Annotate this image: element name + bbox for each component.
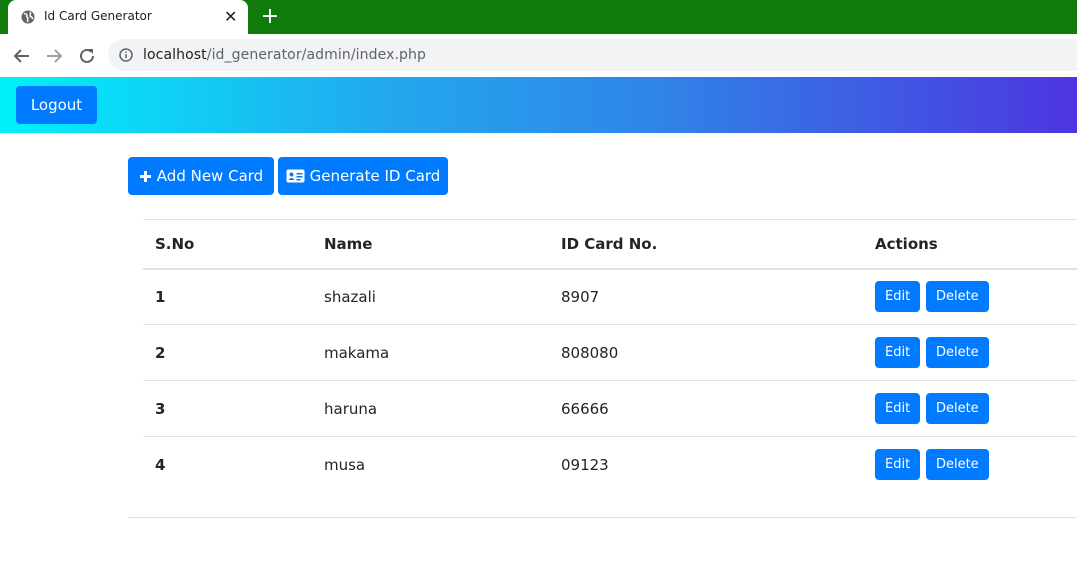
edit-button[interactable]: Edit bbox=[875, 449, 921, 481]
cell-actions: Edit Delete bbox=[863, 269, 1077, 325]
cell-sno: 1 bbox=[155, 287, 166, 306]
table-row: 4 musa 09123 Edit Delete bbox=[143, 436, 1077, 493]
header-id-card-no: ID Card No. bbox=[561, 234, 658, 253]
cell-sno: 2 bbox=[155, 343, 166, 362]
logout-button[interactable]: Logout bbox=[16, 86, 97, 124]
cell-sno: 4 bbox=[155, 455, 166, 474]
table-row: 3 haruna 66666 Edit Delete bbox=[143, 380, 1077, 437]
id-card-icon bbox=[286, 169, 305, 183]
url-path: /id_generator/admin/index.php bbox=[206, 47, 426, 63]
table-row: 2 makama 808080 Edit Delete bbox=[143, 324, 1077, 381]
cell-id-card-no: 66666 bbox=[561, 399, 609, 418]
table-row: 1 shazali 8907 Edit Delete bbox=[143, 269, 1077, 325]
cell-name: musa bbox=[324, 455, 366, 474]
reload-icon[interactable] bbox=[76, 45, 98, 67]
url-host: localhost bbox=[143, 47, 207, 63]
close-icon[interactable]: ✕ bbox=[224, 7, 237, 27]
header-actions: Actions bbox=[875, 234, 938, 253]
url-text: localhost/id_generator/admin/index.php bbox=[143, 47, 426, 63]
cell-name: makama bbox=[324, 343, 390, 362]
delete-button[interactable]: Delete bbox=[925, 393, 989, 424]
cell-id-card-no: 8907 bbox=[561, 287, 600, 306]
browser-toolbar: localhost/id_generator/admin/index.php bbox=[0, 34, 1077, 76]
globe-icon bbox=[21, 10, 35, 24]
edit-button[interactable]: Edit bbox=[875, 337, 921, 368]
delete-button[interactable]: Delete bbox=[925, 337, 989, 368]
address-bar[interactable]: localhost/id_generator/admin/index.php bbox=[108, 39, 1077, 71]
info-icon[interactable] bbox=[119, 48, 133, 62]
header-sno: S.No bbox=[155, 234, 195, 253]
add-new-card-label: Add New Card bbox=[156, 167, 264, 185]
cell-id-card-no: 808080 bbox=[561, 343, 619, 362]
tab-title: Id Card Generator bbox=[44, 9, 152, 23]
divider bbox=[128, 517, 1077, 518]
delete-button[interactable]: Delete bbox=[925, 449, 989, 481]
cell-name: haruna bbox=[324, 399, 378, 418]
edit-button[interactable]: Edit bbox=[875, 393, 921, 424]
cell-actions: Edit Delete bbox=[863, 381, 1077, 437]
cell-sno: 3 bbox=[155, 399, 166, 418]
browser-tab-strip: Id Card Generator ✕ + bbox=[0, 0, 1077, 34]
generate-id-card-label: Generate ID Card bbox=[309, 167, 441, 185]
back-arrow-icon[interactable] bbox=[11, 45, 33, 67]
browser-tab[interactable]: Id Card Generator ✕ bbox=[8, 0, 248, 34]
generate-id-card-button[interactable]: Generate ID Card bbox=[278, 157, 448, 195]
forward-arrow-icon[interactable] bbox=[43, 45, 65, 67]
header-name: Name bbox=[324, 234, 373, 253]
new-tab-icon[interactable]: + bbox=[260, 5, 280, 29]
id-card-table: S.No Name ID Card No. Actions 1 shazali … bbox=[143, 219, 1077, 493]
cell-id-card-no: 09123 bbox=[561, 455, 609, 474]
plus-icon bbox=[139, 170, 151, 182]
table-header-row: S.No Name ID Card No. Actions bbox=[143, 219, 1077, 269]
app-header: Logout bbox=[0, 77, 1077, 133]
cell-actions: Edit Delete bbox=[863, 437, 1077, 493]
edit-button[interactable]: Edit bbox=[875, 281, 921, 313]
cell-actions: Edit Delete bbox=[863, 325, 1077, 381]
add-new-card-button[interactable]: Add New Card bbox=[128, 157, 274, 195]
cell-name: shazali bbox=[324, 287, 376, 306]
delete-button[interactable]: Delete bbox=[925, 281, 989, 313]
